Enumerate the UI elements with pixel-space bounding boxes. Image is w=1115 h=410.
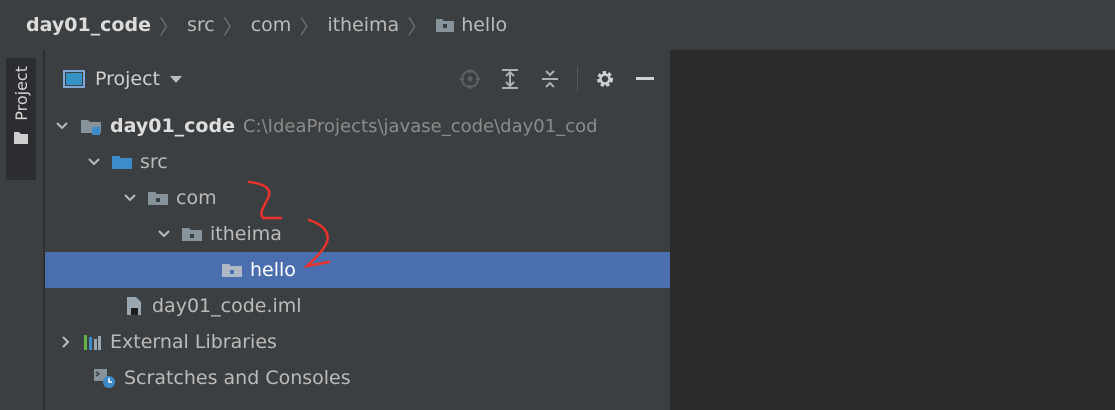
module-file-icon <box>123 295 145 317</box>
panel-toolbar <box>457 66 658 92</box>
project-panel-header: Project <box>45 50 670 108</box>
project-view-icon <box>63 70 85 88</box>
tree-item-src[interactable]: src <box>45 144 670 180</box>
tree-item-itheima[interactable]: itheima <box>45 216 670 252</box>
project-tool-tab[interactable]: Project <box>6 58 36 180</box>
chevron-down-icon[interactable] <box>170 75 183 83</box>
breadcrumb-item-src[interactable]: src <box>187 14 215 36</box>
breadcrumb-item-hello[interactable]: hello <box>435 14 507 36</box>
library-icon <box>83 333 103 351</box>
editor-area[interactable] <box>671 50 1115 410</box>
breadcrumb-separator: 〉 <box>407 14 428 39</box>
folder-icon <box>14 131 28 144</box>
breadcrumb-hello-label: hello <box>461 14 508 36</box>
tree-item-scratches[interactable]: Scratches and Consoles <box>45 360 670 396</box>
breadcrumb-separator: 〉 <box>222 14 243 39</box>
breadcrumb-item-com[interactable]: com <box>251 14 292 36</box>
tree-item-label: hello <box>250 259 296 281</box>
package-icon <box>181 225 203 243</box>
project-path: C:\IdeaProjects\javase_code\day01_cod <box>242 115 598 137</box>
breadcrumb-separator: 〉 <box>299 14 320 39</box>
tree-item-label: itheima <box>210 223 282 245</box>
tree-item-hello[interactable]: hello <box>45 252 670 288</box>
chevron-down-icon[interactable] <box>55 121 69 131</box>
project-tool-tab-label: Project <box>11 66 31 121</box>
tree-item-day01-code[interactable]: day01_code C:\IdeaProjects\javase_code\d… <box>45 108 670 144</box>
toolbar-divider <box>577 66 578 92</box>
navigation-breadcrumb: day01_code 〉 src 〉 com 〉 itheima 〉 hello <box>0 0 1115 50</box>
minimize-icon[interactable] <box>632 66 658 92</box>
tree-item-label: Scratches and Consoles <box>124 367 351 389</box>
breadcrumb-item-day01-code[interactable]: day01_code <box>26 14 151 36</box>
scratches-icon <box>93 367 117 389</box>
tree-item-com[interactable]: com <box>45 180 670 216</box>
tree-item-label: src <box>140 151 168 173</box>
module-folder-icon <box>79 116 103 136</box>
tree-item-label: com <box>176 187 217 209</box>
breadcrumb-separator: 〉 <box>158 14 179 39</box>
breadcrumb-item-itheima[interactable]: itheima <box>327 14 399 36</box>
chevron-down-icon[interactable] <box>157 229 171 239</box>
tree-item-label: day01_code.iml <box>152 295 302 317</box>
package-icon <box>436 19 455 32</box>
chevron-down-icon[interactable] <box>123 193 137 203</box>
source-folder-icon <box>111 153 133 171</box>
panel-title[interactable]: Project <box>95 68 160 90</box>
project-panel: Project day01_code C:\IdeaProjects\javas… <box>45 50 670 410</box>
expand-all-icon[interactable] <box>497 66 523 92</box>
package-icon <box>221 261 243 279</box>
locate-icon[interactable] <box>457 66 483 92</box>
left-tool-window-strip: Project <box>0 50 44 410</box>
tree-item-label: day01_code <box>110 115 235 137</box>
chevron-down-icon[interactable] <box>87 157 101 167</box>
collapse-all-icon[interactable] <box>537 66 563 92</box>
tree-item-external-libraries[interactable]: External Libraries <box>45 324 670 360</box>
tree-item-iml[interactable]: day01_code.iml <box>45 288 670 324</box>
package-icon <box>147 189 169 207</box>
gear-icon[interactable] <box>592 66 618 92</box>
tree-item-label: External Libraries <box>110 331 277 353</box>
chevron-right-icon[interactable] <box>59 335 73 349</box>
